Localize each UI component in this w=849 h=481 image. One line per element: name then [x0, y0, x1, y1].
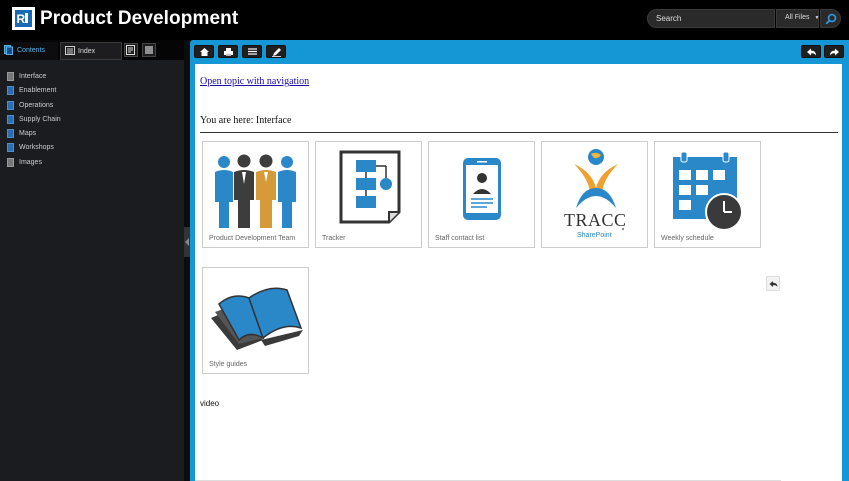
tab-contents-label: Contents — [17, 47, 46, 54]
app-title: Product Development — [40, 8, 239, 29]
calendar-clock-icon — [673, 151, 743, 231]
book-icon — [7, 129, 14, 139]
toc-item-label: Workshops — [19, 144, 54, 152]
divider — [200, 132, 838, 133]
tile-staff-contact-list[interactable]: Staff contact list — [428, 141, 535, 248]
toc-item-label: Interface — [19, 73, 47, 80]
tab-contents[interactable]: Contents — [0, 42, 58, 60]
toc-item-enablement[interactable]: Enablement — [0, 84, 184, 98]
book-icon — [7, 143, 14, 153]
book-icon — [7, 86, 14, 96]
list-icon — [248, 48, 257, 55]
app-window: R Product Development Search All Files ▼ — [0, 0, 849, 481]
glossary-button[interactable] — [124, 43, 138, 57]
book-icon — [7, 100, 14, 110]
search-input[interactable]: Search — [647, 9, 775, 28]
video-label: video — [200, 399, 220, 408]
contents-icon — [4, 45, 13, 55]
tab-index-label: Index — [78, 48, 96, 55]
home-button[interactable] — [194, 45, 214, 58]
back-arrow-icon — [769, 281, 778, 287]
sharepoint-logo-text: SharePoint — [577, 232, 612, 239]
content-frame: Open topic with navigation You are here:… — [190, 40, 849, 481]
team-icon — [215, 154, 296, 228]
tile-product-development-team[interactable]: Product Development Team — [202, 141, 309, 248]
search-button[interactable] — [820, 9, 841, 28]
book-icon — [7, 114, 14, 124]
toc-list: Interface Enablement Operations Supply C… — [0, 70, 184, 170]
content-toolbar — [190, 40, 849, 64]
index-icon — [65, 46, 75, 55]
print-button[interactable] — [218, 45, 238, 58]
breadcrumb: You are here: Interface — [200, 115, 292, 126]
chevron-left-icon — [185, 238, 189, 246]
list-view-button[interactable] — [142, 43, 156, 57]
tile-label: Style guides — [209, 361, 248, 368]
pen-icon — [272, 48, 281, 57]
svg-text:R: R — [17, 12, 26, 26]
search-icon — [825, 13, 837, 25]
tile-weekly-schedule[interactable]: Weekly schedule — [654, 141, 761, 248]
tile-label: Weekly schedule — [661, 235, 714, 242]
chevron-down-icon: ▼ — [814, 15, 820, 21]
toc-item-label: Supply Chain — [19, 115, 61, 123]
search-scope-value: All Files — [785, 14, 810, 21]
tile-tracker[interactable]: Tracker — [315, 141, 422, 248]
list-icon — [145, 46, 153, 54]
topic-page: Open topic with navigation You are here:… — [195, 64, 842, 481]
toc-item-workshops[interactable]: Workshops — [0, 141, 184, 155]
tile-label: Product Development Team — [209, 235, 296, 242]
header-bar: R Product Development Search All Files ▼ — [0, 0, 849, 40]
toc-item-label: Images — [19, 158, 42, 166]
toc-item-label: Enablement — [19, 87, 57, 95]
toc-item-maps[interactable]: Maps — [0, 127, 184, 141]
gray-doc-icon — [7, 157, 14, 167]
print-icon — [224, 48, 233, 56]
search-scope-select[interactable]: All Files ▼ — [776, 9, 819, 28]
toc-toggle-button[interactable] — [242, 45, 262, 58]
tile-tracc-sharepoint[interactable]: TRACC SharePoint — [541, 141, 648, 248]
toc-item-operations[interactable]: Operations — [0, 99, 184, 113]
flowchart-icon — [339, 150, 401, 224]
back-button[interactable] — [801, 45, 821, 58]
glossary-icon — [126, 45, 135, 55]
toc-item-interface[interactable]: Interface — [0, 70, 184, 84]
sidebar: Contents Index Interface Enablement Oper… — [0, 40, 184, 481]
toc-item-images[interactable]: Images — [0, 156, 184, 170]
forward-button[interactable] — [824, 45, 844, 58]
gray-doc-icon — [7, 72, 14, 81]
tile-label: Staff contact list — [435, 235, 485, 242]
toc-item-label: Maps — [19, 130, 37, 138]
open-book-icon — [211, 287, 303, 350]
tile-label: Tracker — [322, 235, 346, 242]
highlight-button[interactable] — [266, 45, 286, 58]
open-topic-link[interactable]: Open topic with navigation — [200, 76, 309, 87]
toc-item-label: Operations — [19, 101, 54, 109]
back-to-top-button[interactable] — [766, 276, 780, 291]
tab-index[interactable]: Index — [60, 42, 122, 60]
sidebar-tabs: Contents Index — [0, 40, 184, 60]
home-icon — [200, 48, 209, 56]
back-arrow-icon — [807, 48, 816, 56]
app-logo-icon: R — [12, 7, 35, 30]
tile-style-guides[interactable]: Style guides — [202, 267, 309, 374]
phone-contact-icon — [463, 158, 501, 220]
tracc-logo-text: TRACC — [564, 210, 627, 230]
forward-arrow-icon — [830, 48, 839, 56]
toc-item-supply-chain[interactable]: Supply Chain — [0, 113, 184, 127]
